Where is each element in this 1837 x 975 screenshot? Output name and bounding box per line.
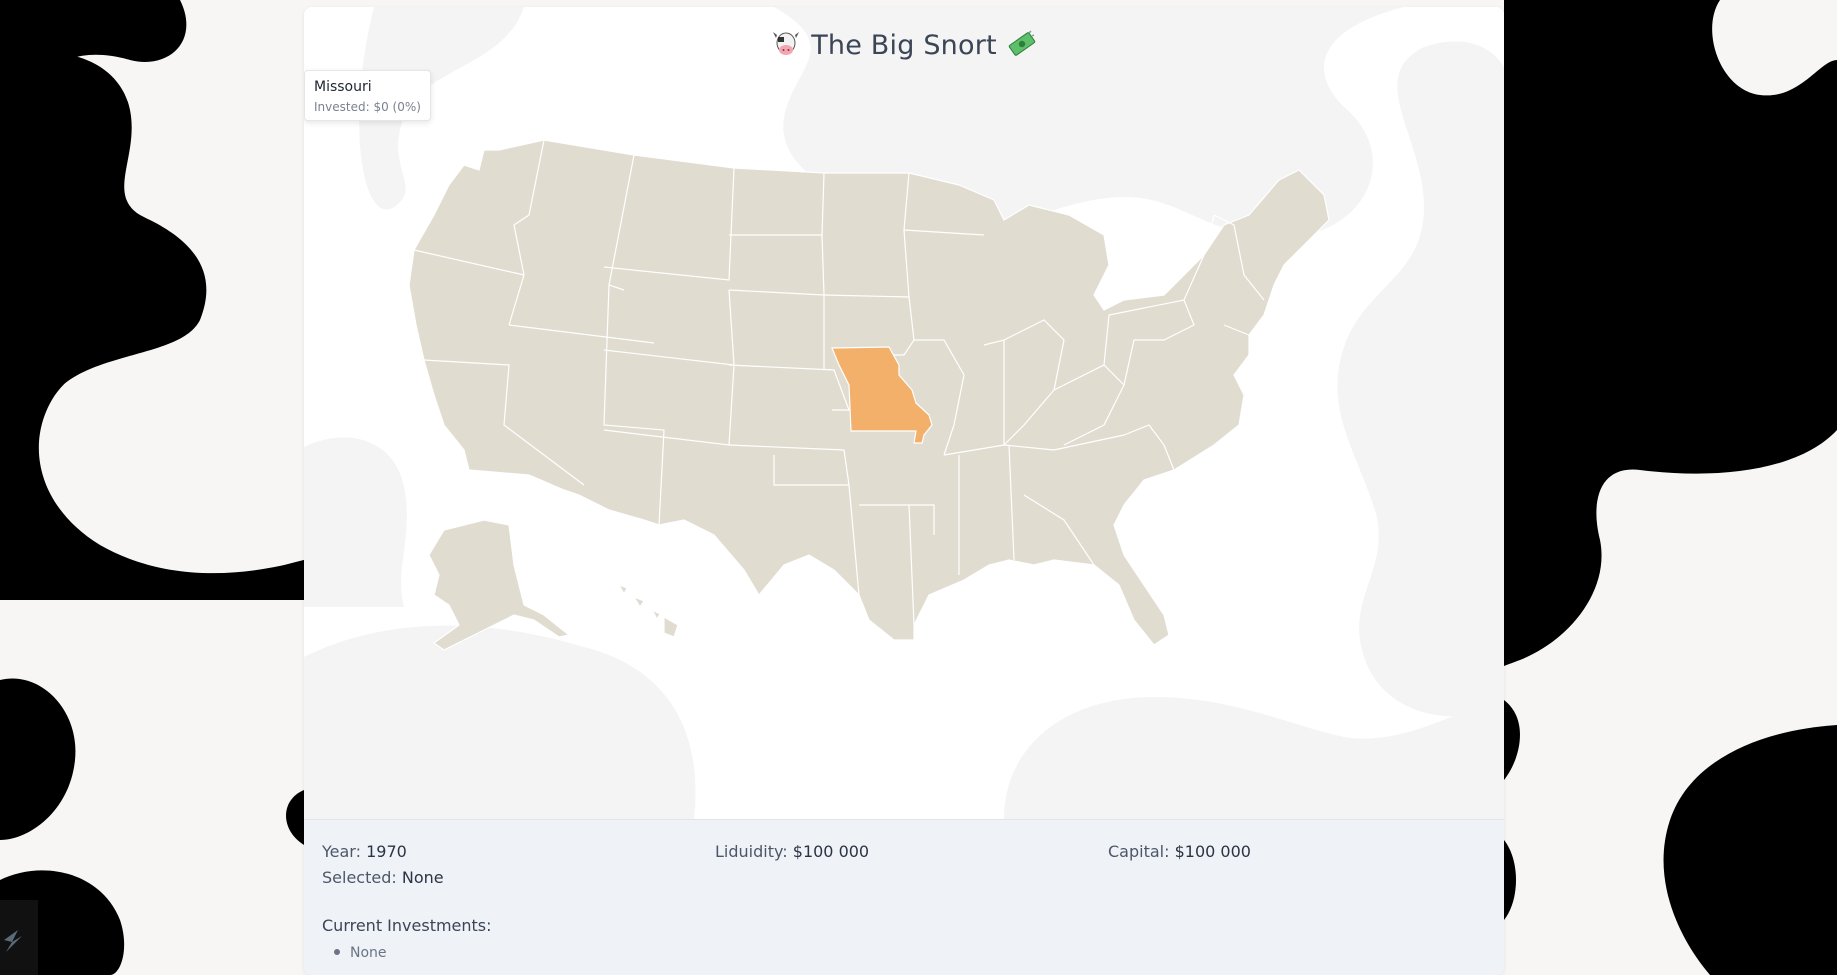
capital-stat: Capital: $100 000 — [1108, 842, 1251, 861]
state-tooltip: Missouri Invested: $0 (0%) — [304, 70, 431, 121]
tooltip-invested: Invested: $0 (0%) — [314, 100, 421, 114]
list-item: None — [322, 945, 387, 961]
game-card: The Big Snort Missouri Invested: $0 (0%) — [304, 7, 1504, 975]
tooltip-state-name: Missouri — [314, 79, 372, 95]
selected-label: Selected: — [322, 868, 397, 887]
money-icon — [1008, 30, 1035, 56]
year-label: Year: — [322, 842, 361, 861]
corner-badge-icon — [0, 900, 38, 975]
investments-heading: Current Investments: — [322, 916, 492, 935]
status-panel: Year: 1970 Liduidity: $100 000 Capital: … — [304, 819, 1504, 975]
title-text: The Big Snort — [811, 30, 997, 61]
year-stat: Year: 1970 — [322, 842, 407, 861]
liquidity-stat: Liduidity: $100 000 — [715, 842, 869, 861]
bullet-icon — [334, 949, 340, 955]
investments-list: None — [322, 945, 387, 961]
investment-item: None — [350, 945, 387, 961]
year-value: 1970 — [366, 842, 407, 861]
selected-value: None — [401, 868, 444, 887]
us-map — [408, 139, 1330, 651]
hawaii — [617, 583, 679, 638]
capital-value: $100 000 — [1174, 842, 1251, 861]
cow-icon — [773, 32, 800, 55]
page-title: The Big Snort — [304, 29, 1504, 61]
alaska — [428, 519, 571, 651]
capital-label: Capital: — [1108, 842, 1170, 861]
liquidity-label: Liduidity: — [715, 842, 788, 861]
liquidity-value: $100 000 — [792, 842, 870, 861]
selected-stat: Selected: None — [322, 868, 444, 887]
